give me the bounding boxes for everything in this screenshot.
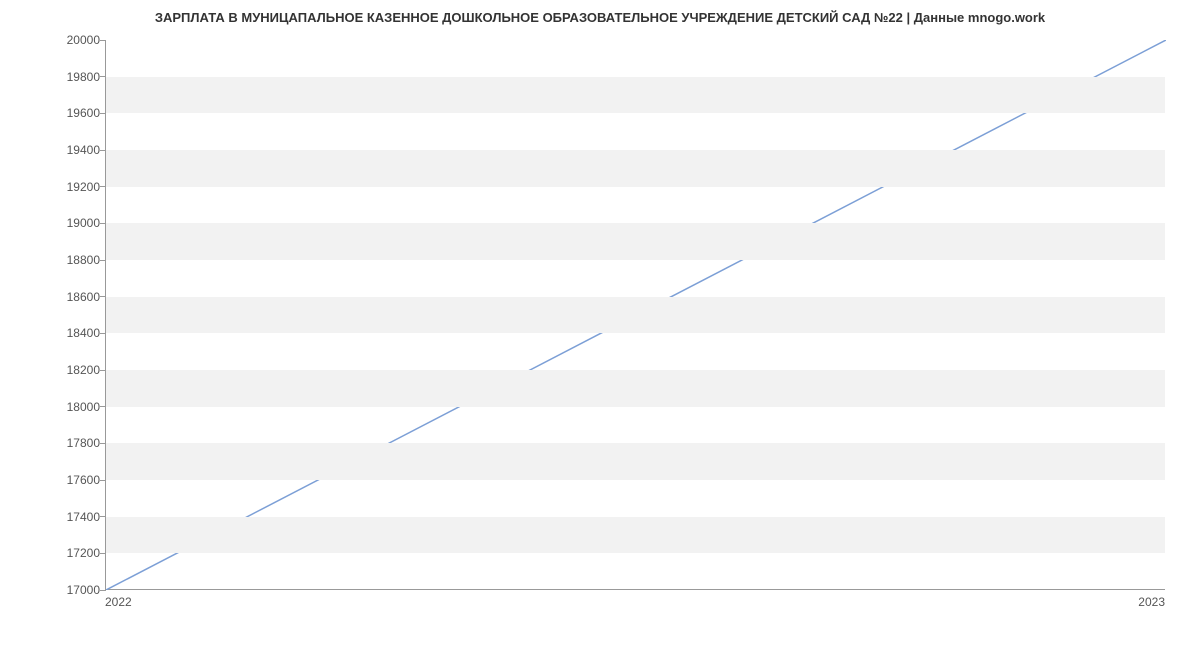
y-tick-label-3: 17600 [10,473,100,487]
grid-band [106,77,1165,114]
y-tick-label-5: 18000 [10,400,100,414]
chart-container: ЗАРПЛАТА В МУНИЦАПАЛЬНОЕ КАЗЕННОЕ ДОШКОЛ… [0,0,1200,650]
grid-band [106,443,1165,480]
y-tick-mark [100,76,106,77]
y-tick-label-4: 17800 [10,436,100,450]
y-tick-label-12: 19400 [10,143,100,157]
y-tick-mark [100,443,106,444]
y-tick-mark [100,150,106,151]
grid-band [106,223,1165,260]
y-tick-mark [100,296,106,297]
x-tick-0: 2022 [105,595,132,609]
y-tick-label-10: 19000 [10,216,100,230]
y-tick-mark [100,260,106,261]
plot-area [105,40,1165,590]
y-tick-label-7: 18400 [10,326,100,340]
y-tick-mark [100,113,106,114]
y-tick-label-6: 18200 [10,363,100,377]
grid-band [106,297,1165,334]
chart-title: ЗАРПЛАТА В МУНИЦАПАЛЬНОЕ КАЗЕННОЕ ДОШКОЛ… [0,10,1200,25]
grid-band [106,150,1165,187]
y-tick-label-11: 19200 [10,180,100,194]
y-tick-mark [100,516,106,517]
y-tick-mark [100,223,106,224]
y-tick-label-9: 18800 [10,253,100,267]
y-tick-label-14: 19800 [10,70,100,84]
y-tick-mark [100,406,106,407]
y-tick-mark [100,40,106,41]
grid-band [106,370,1165,407]
y-tick-label-1: 17200 [10,546,100,560]
y-tick-label-0: 17000 [10,583,100,597]
x-tick-1: 2023 [1138,595,1165,609]
y-tick-mark [100,370,106,371]
y-tick-mark [100,553,106,554]
grid-band [106,517,1165,554]
y-tick-label-8: 18600 [10,290,100,304]
y-tick-mark [100,186,106,187]
y-tick-label-15: 20000 [10,33,100,47]
y-tick-mark [100,333,106,334]
y-tick-mark [100,590,106,591]
y-tick-label-13: 19600 [10,106,100,120]
y-tick-mark [100,480,106,481]
y-tick-label-2: 17400 [10,510,100,524]
